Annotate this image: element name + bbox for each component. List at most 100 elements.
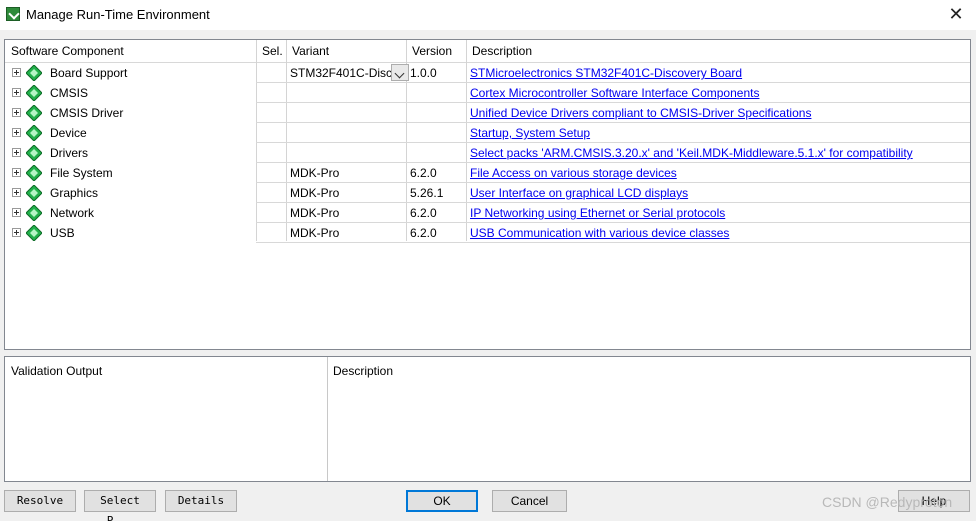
version-cell <box>406 123 466 143</box>
app-icon <box>6 7 20 21</box>
sel-cell[interactable] <box>256 203 286 223</box>
variant-cell <box>286 123 406 143</box>
ok-button[interactable]: OK <box>406 490 478 512</box>
component-name[interactable]: CMSIS Driver <box>50 103 123 123</box>
version-cell <box>406 143 466 163</box>
sel-cell[interactable] <box>256 103 286 123</box>
variant-cell: MDK-Pro <box>286 203 406 223</box>
table-row[interactable]: Network MDK-Pro 6.2.0 IP Networking using E… <box>5 203 970 223</box>
expand-plus-icon[interactable] <box>12 148 21 157</box>
description-cell: Startup, System Setup <box>466 123 970 143</box>
component-gem-icon <box>26 65 42 81</box>
component-name[interactable]: Network <box>50 203 94 223</box>
description-cell: Cortex Microcontroller Software Interfac… <box>466 83 970 103</box>
validation-panel: Validation Output Description <box>4 356 971 482</box>
table-row[interactable]: Graphics MDK-Pro 5.26.1 User Interface on g… <box>5 183 970 203</box>
version-cell: 6.2.0 <box>406 163 466 183</box>
description-cell: STMicroelectronics STM32F401C-Discovery … <box>466 63 970 83</box>
table-row[interactable]: CMSIS Driver Unified Device Drivers compl… <box>5 103 970 123</box>
component-name[interactable]: Graphics <box>50 183 98 203</box>
expand-plus-icon[interactable] <box>12 208 21 217</box>
description-link[interactable]: Unified Device Drivers compliant to CMSI… <box>470 106 811 120</box>
column-description[interactable]: Description <box>466 40 532 63</box>
title-bar: Manage Run-Time Environment ✕ <box>0 0 976 30</box>
expand-plus-icon[interactable] <box>12 88 21 97</box>
sel-cell[interactable] <box>256 223 286 243</box>
variant-cell <box>286 103 406 123</box>
column-variant[interactable]: Variant <box>286 40 329 63</box>
description-cell: Select packs 'ARM.CMSIS.3.20.x' and 'Kei… <box>466 143 970 163</box>
component-gem-icon <box>26 125 42 141</box>
column-version[interactable]: Version <box>406 40 452 63</box>
description-link[interactable]: Startup, System Setup <box>470 126 590 140</box>
component-gem-icon <box>26 205 42 221</box>
sel-cell[interactable] <box>256 83 286 103</box>
table-row[interactable]: CMSIS Cortex Microcontroller Software Int… <box>5 83 970 103</box>
sel-cell[interactable] <box>256 183 286 203</box>
variant-cell: MDK-Pro <box>286 183 406 203</box>
table-row[interactable]: USB MDK-Pro 6.2.0 USB Communication with va… <box>5 223 970 243</box>
version-cell <box>406 83 466 103</box>
description-link[interactable]: User Interface on graphical LCD displays <box>470 186 688 200</box>
component-name[interactable]: USB <box>50 223 75 243</box>
component-gem-icon <box>26 165 42 181</box>
description-cell: User Interface on graphical LCD displays <box>466 183 970 203</box>
version-cell: 5.26.1 <box>406 183 466 203</box>
close-icon[interactable]: ✕ <box>946 4 966 24</box>
sel-cell[interactable] <box>256 163 286 183</box>
watermark: CSDN @Redyproton <box>822 494 953 510</box>
sel-cell[interactable] <box>256 123 286 143</box>
component-name[interactable]: File System <box>50 163 113 183</box>
description-link[interactable]: Cortex Microcontroller Software Interfac… <box>470 86 759 100</box>
tree-rows: Board Support STM32F401C-Discc 1.0.0 STMicr… <box>5 63 970 243</box>
expand-plus-icon[interactable] <box>12 128 21 137</box>
variant-cell <box>286 143 406 163</box>
description-cell: IP Networking using Ethernet or Serial p… <box>466 203 970 223</box>
table-row[interactable]: Device Startup, System Setup <box>5 123 970 143</box>
column-software-component[interactable]: Software Component <box>5 40 124 63</box>
details-button[interactable]: Details <box>165 490 237 512</box>
component-name[interactable]: Device <box>50 123 87 143</box>
variant-cell[interactable]: STM32F401C-Discc <box>286 63 406 83</box>
description-cell: USB Communication with various device cl… <box>466 223 970 243</box>
validation-description-header: Description <box>333 364 394 378</box>
version-cell: 1.0.0 <box>406 63 466 83</box>
version-cell: 6.2.0 <box>406 223 466 243</box>
version-cell <box>406 103 466 123</box>
description-link[interactable]: USB Communication with various device cl… <box>470 226 729 240</box>
component-name[interactable]: Drivers <box>50 143 88 163</box>
variant-cell <box>286 83 406 103</box>
table-row[interactable]: Drivers Select packs 'ARM.CMSIS.3.20.x' a… <box>5 143 970 163</box>
description-link[interactable]: STMicroelectronics STM32F401C-Discovery … <box>470 66 742 80</box>
component-name[interactable]: CMSIS <box>50 83 88 103</box>
sel-cell[interactable] <box>256 143 286 163</box>
resolve-button[interactable]: Resolve <box>4 490 76 512</box>
component-gem-icon <box>26 225 42 241</box>
component-name[interactable]: Board Support <box>50 63 127 83</box>
table-row[interactable]: Board Support STM32F401C-Discc 1.0.0 STMicr… <box>5 63 970 83</box>
expand-plus-icon[interactable] <box>12 188 21 197</box>
variant-cell: MDK-Pro <box>286 223 406 243</box>
description-link[interactable]: Select packs 'ARM.CMSIS.3.20.x' and 'Kei… <box>470 146 913 160</box>
expand-plus-icon[interactable] <box>12 228 21 237</box>
component-gem-icon <box>26 185 42 201</box>
description-link[interactable]: File Access on various storage devices <box>470 166 677 180</box>
expand-plus-icon[interactable] <box>12 68 21 77</box>
expand-plus-icon[interactable] <box>12 168 21 177</box>
table-row[interactable]: File System MDK-Pro 6.2.0 File Access on va… <box>5 163 970 183</box>
component-gem-icon <box>26 145 42 161</box>
cancel-button[interactable]: Cancel <box>492 490 567 512</box>
expand-plus-icon[interactable] <box>12 108 21 117</box>
version-cell: 6.2.0 <box>406 203 466 223</box>
description-cell: Unified Device Drivers compliant to CMSI… <box>466 103 970 123</box>
description-link[interactable]: IP Networking using Ethernet or Serial p… <box>470 206 725 220</box>
software-component-tree: Software Component Sel. Variant Version … <box>4 39 971 350</box>
column-sel[interactable]: Sel. <box>256 40 283 63</box>
panel-splitter[interactable] <box>327 357 328 481</box>
validation-output-header: Validation Output <box>11 364 103 378</box>
component-gem-icon <box>26 105 42 121</box>
variant-cell: MDK-Pro <box>286 163 406 183</box>
select-packs-button[interactable]: Select P... <box>84 490 156 521</box>
sel-cell[interactable] <box>256 63 286 83</box>
component-gem-icon <box>26 85 42 101</box>
